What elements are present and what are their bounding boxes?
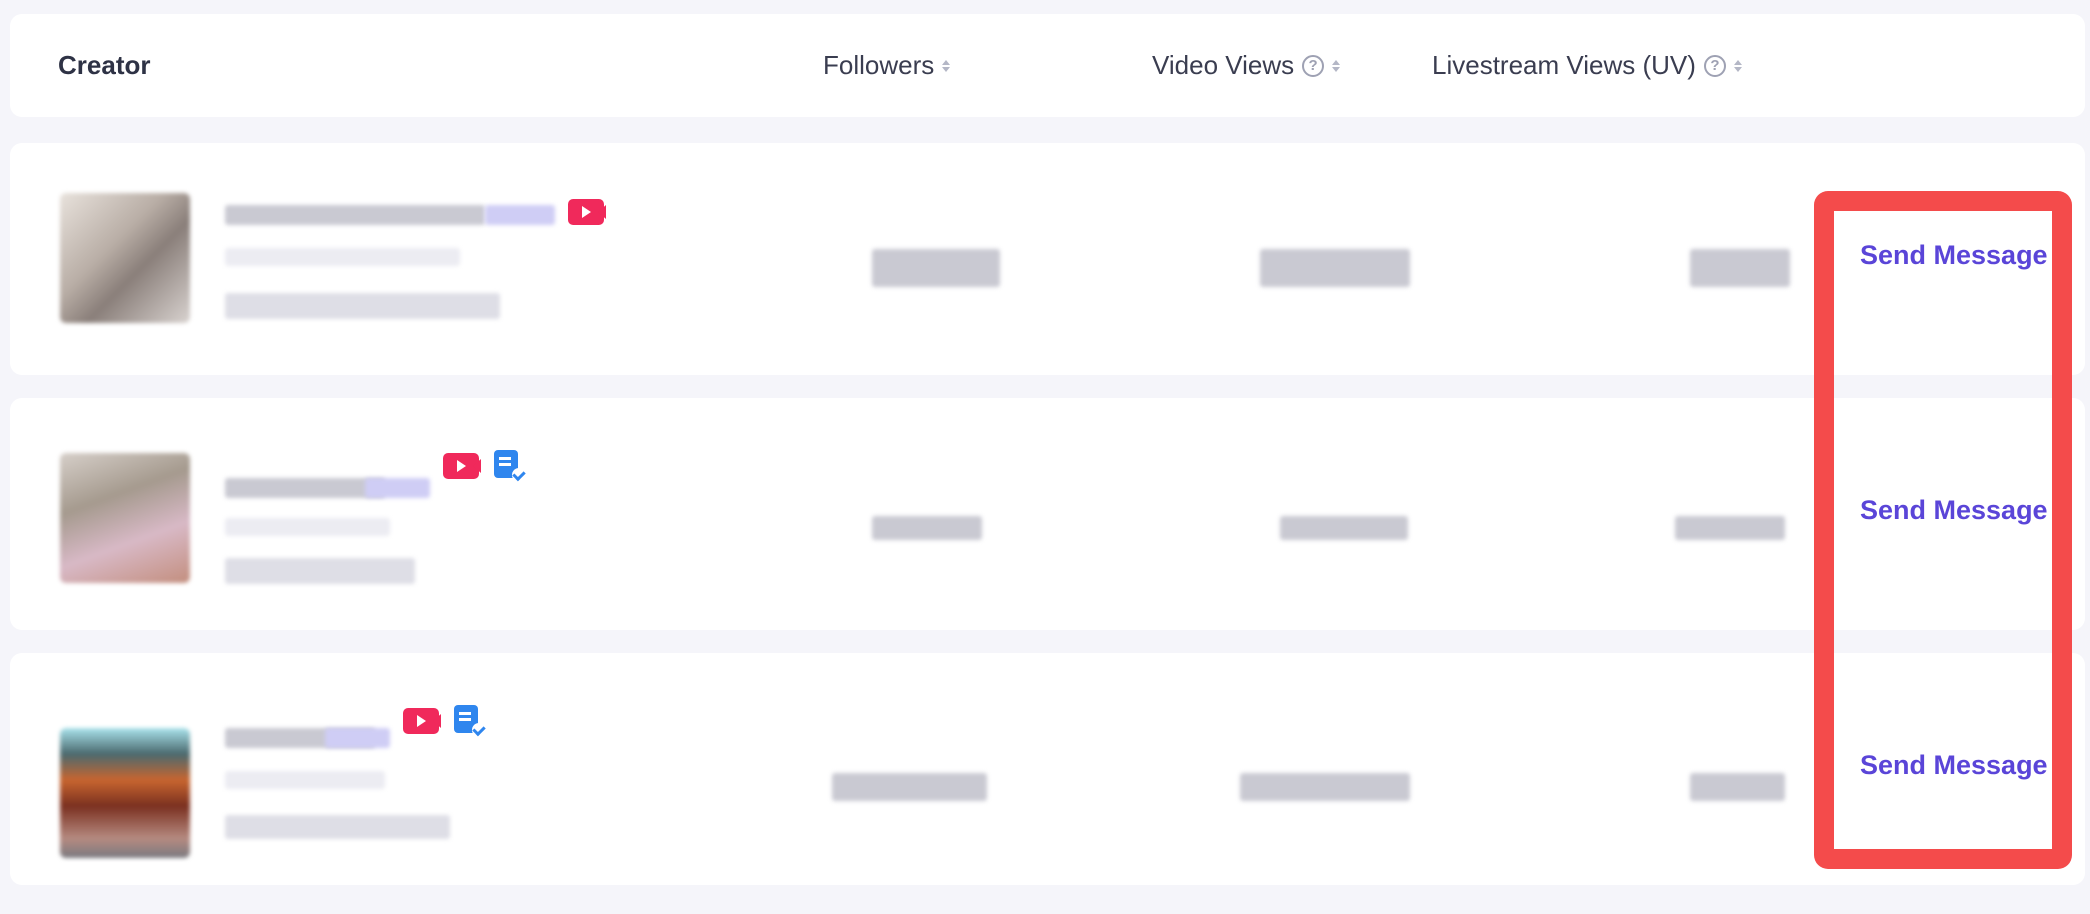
video-views-value-redacted [1260,249,1410,287]
column-label: Followers [823,50,935,80]
video-live-icon [403,708,441,734]
send-message-button[interactable]: Send Message [1860,495,2048,526]
send-message-button[interactable]: Send Message [1860,750,2048,781]
creator-handle-redacted [225,771,385,789]
verified-document-icon [494,450,526,482]
table-row[interactable]: Send Message [10,653,2085,885]
sort-icon[interactable] [942,59,951,72]
video-live-icon [443,453,481,479]
followers-value-redacted [872,249,1000,287]
sort-icon[interactable] [1332,59,1341,72]
followers-value-redacted [872,516,982,540]
creator-category-redacted [225,558,415,584]
creator-tag-redacted [365,478,430,498]
avatar[interactable] [60,728,190,858]
livestream-views-value-redacted [1690,249,1790,287]
creator-name-redacted [225,205,485,225]
column-label: Livestream Views (UV) [1432,50,1696,80]
column-header-creator: Creator [58,14,150,117]
avatar[interactable] [60,193,190,323]
help-icon[interactable]: ? [1703,54,1726,77]
followers-value-redacted [832,773,987,801]
creator-category-redacted [225,293,500,319]
column-header-video-views[interactable]: Video Views ? [1152,14,1341,117]
livestream-views-value-redacted [1690,773,1785,801]
creator-handle-redacted [225,518,390,536]
column-header-followers[interactable]: Followers [823,14,951,117]
avatar[interactable] [60,453,190,583]
sort-icon[interactable] [1733,59,1742,72]
verified-document-icon [454,705,486,737]
column-header-livestream-views[interactable]: Livestream Views (UV) ? [1432,14,1742,117]
column-label: Video Views [1152,50,1295,80]
help-icon[interactable]: ? [1302,54,1325,77]
creator-category-redacted [225,815,450,839]
livestream-views-value-redacted [1675,516,1785,540]
creator-name-redacted [225,478,385,498]
video-live-icon [568,199,606,225]
creator-tag-redacted [485,205,555,225]
table-header: Creator Followers Video Views ? Livestre… [10,14,2085,117]
video-views-value-redacted [1240,773,1410,801]
creator-tag-redacted [325,728,390,748]
send-message-button[interactable]: Send Message [1860,240,2048,271]
table-row[interactable]: Send Message [10,143,2085,375]
table-row[interactable]: Send Message [10,398,2085,630]
creator-handle-redacted [225,248,460,266]
column-label: Creator [58,50,151,80]
video-views-value-redacted [1280,516,1408,540]
